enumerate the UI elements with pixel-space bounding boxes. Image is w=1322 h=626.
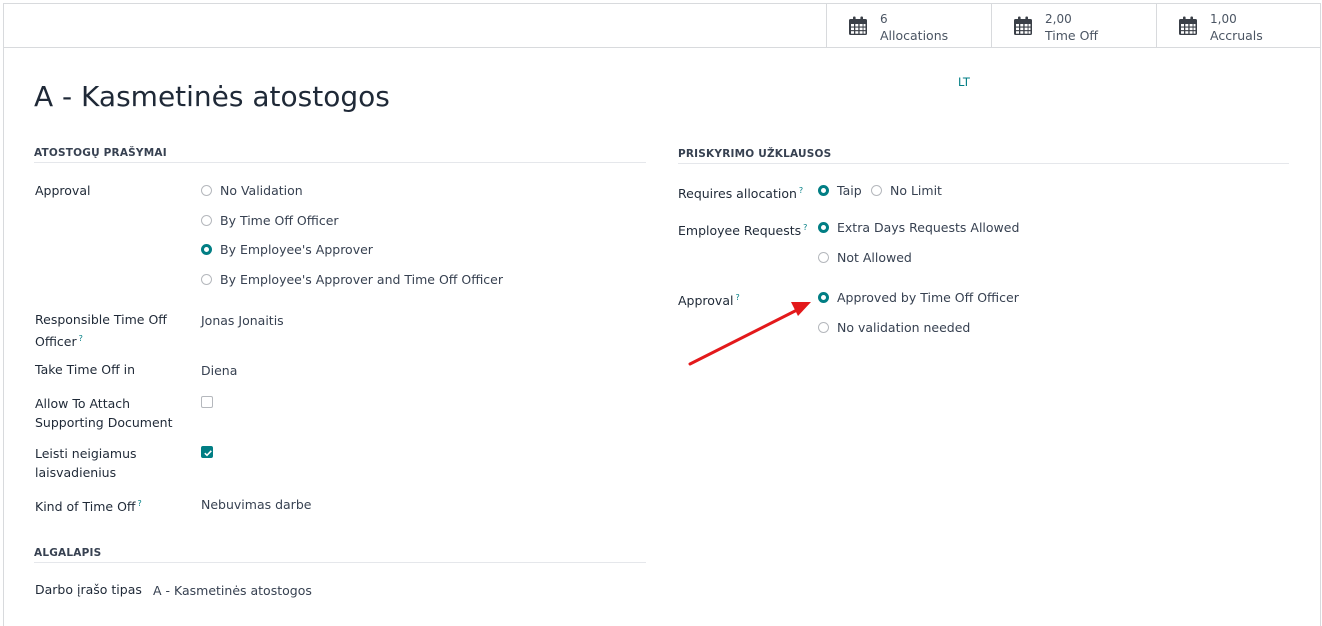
approval-option-by-employee-approver[interactable]: By Employee's Approver	[201, 240, 373, 258]
radio-button[interactable]	[818, 251, 829, 263]
stat-value: 1,00	[1210, 12, 1237, 26]
radio-label: By Employee's Approver and Time Off Offi…	[220, 271, 504, 287]
help-tooltip-icon[interactable]: ?	[79, 334, 83, 343]
section-title-allocation-requests: PRISKYRIMO UŽKLAUSOS	[678, 148, 1289, 164]
radio-label: Taip	[837, 182, 862, 198]
approval-option-both[interactable]: By Employee's Approver and Time Off Offi…	[201, 270, 503, 288]
radio-label: By Employee's Approver	[220, 241, 373, 257]
help-tooltip-icon[interactable]: ?	[799, 186, 803, 195]
employee-requests-label: Employee Requests?	[678, 218, 807, 240]
approval-option-no-validation[interactable]: No Validation	[201, 181, 303, 199]
radio-button-selected[interactable]	[201, 243, 212, 255]
requires-allocation-label: Requires allocation?	[678, 181, 803, 203]
label-line: Leisti neigiamus	[35, 446, 137, 461]
employee-requests-option-allowed[interactable]: Extra Days Requests Allowed	[818, 218, 1019, 236]
allocations-stat-button[interactable]: 6 Allocations	[826, 3, 991, 47]
responsible-officer-label: Responsible Time Off Officer?	[35, 310, 185, 351]
approval-option-by-officer[interactable]: By Time Off Officer	[201, 211, 339, 229]
radio-label: Not Allowed	[837, 249, 912, 265]
help-tooltip-icon[interactable]: ?	[735, 293, 739, 302]
accruals-stat-button[interactable]: 1,00 Accruals	[1156, 3, 1321, 47]
attach-document-checkbox[interactable]	[201, 396, 213, 408]
allocation-approval-option-none[interactable]: No validation needed	[818, 318, 970, 336]
employee-requests-option-not-allowed[interactable]: Not Allowed	[818, 248, 912, 266]
allocation-approval-option-officer[interactable]: Approved by Time Off Officer	[818, 288, 1019, 306]
label-line: Officer	[35, 334, 77, 350]
label-line: Allow To Attach	[35, 396, 131, 411]
kind-of-time-off-value[interactable]: Nebuvimas darbe	[201, 495, 311, 514]
help-tooltip-icon[interactable]: ?	[803, 223, 807, 232]
calendar-icon	[849, 16, 867, 35]
label-line: Kind of Time Off	[35, 499, 136, 515]
responsible-officer-value[interactable]: Jonas Jonaitis	[201, 311, 284, 330]
radio-button-selected[interactable]	[818, 291, 829, 303]
stat-label: Accruals	[1210, 28, 1263, 43]
help-tooltip-icon[interactable]: ?	[138, 499, 142, 508]
label-line: Employee Requests	[678, 223, 802, 239]
record-title[interactable]: A - Kasmetinės atostogos	[34, 78, 390, 116]
attach-document-label: Allow To Attach Supporting Document	[35, 394, 172, 432]
radio-button[interactable]	[201, 214, 212, 226]
radio-button[interactable]	[201, 273, 212, 285]
radio-label: Approved by Time Off Officer	[837, 289, 1019, 305]
negative-leave-label: Leisti neigiamus laisvadienius	[35, 444, 137, 482]
radio-button[interactable]	[818, 321, 829, 333]
radio-label: By Time Off Officer	[220, 212, 339, 228]
radio-button-selected[interactable]	[818, 221, 829, 233]
stat-value: 2,00	[1045, 12, 1072, 26]
negative-leave-checkbox[interactable]	[201, 446, 213, 458]
radio-label: No Limit	[890, 182, 942, 198]
radio-label: No validation needed	[837, 319, 971, 335]
calendar-icon	[1014, 16, 1032, 35]
label-line: Requires allocation	[678, 186, 797, 202]
label-line: Supporting Document	[35, 415, 173, 430]
checkmark-icon	[204, 450, 212, 457]
work-entry-type-value[interactable]: A - Kasmetinės atostogos	[153, 581, 312, 600]
requires-option-no-limit[interactable]: No Limit	[871, 181, 942, 199]
time-off-stat-button[interactable]: 2,00 Time Off	[991, 3, 1156, 47]
radio-label: No Validation	[220, 182, 303, 198]
approval-label: Approval	[35, 183, 91, 198]
kind-of-time-off-label: Kind of Time Off?	[35, 494, 142, 516]
section-title-payroll: ALGALAPIS	[34, 547, 646, 563]
language-badge[interactable]: LT	[958, 75, 970, 89]
stat-label: Allocations	[880, 28, 949, 43]
stat-value: 6	[880, 12, 888, 26]
radio-button[interactable]	[871, 184, 882, 196]
label-line: Responsible Time Off	[35, 312, 167, 327]
calendar-icon	[1179, 16, 1197, 35]
stat-label: Time Off	[1045, 28, 1099, 43]
requires-option-yes[interactable]: Taip	[818, 181, 862, 199]
label-line: laisvadienius	[35, 465, 117, 480]
allocation-approval-label: Approval?	[678, 288, 740, 310]
work-entry-type-label: Darbo įrašo tipas	[35, 582, 142, 597]
radio-button[interactable]	[201, 184, 212, 196]
label-line: Approval	[678, 293, 734, 309]
radio-label: Extra Days Requests Allowed	[837, 219, 1020, 235]
section-title-time-off-requests: ATOSTOGŲ PRAŠYMAI	[34, 147, 646, 163]
take-time-off-label: Take Time Off in	[35, 362, 136, 377]
stat-button-box: 6 Allocations 2,00 Time Off 1,00 Accrual…	[3, 3, 1321, 48]
take-time-off-value[interactable]: Diena	[201, 361, 237, 380]
radio-button-selected[interactable]	[818, 184, 829, 196]
